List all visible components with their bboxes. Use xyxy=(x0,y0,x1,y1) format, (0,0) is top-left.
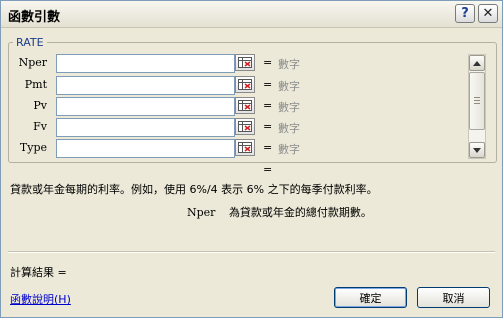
argument-label: Fv xyxy=(33,120,47,133)
equals-sign: = xyxy=(263,120,273,133)
type-input[interactable] xyxy=(56,139,235,158)
argument-row-pmt: Pmt = 數字 xyxy=(9,76,329,95)
argument-label: Pmt xyxy=(24,78,47,91)
equals-sign: = xyxy=(263,56,273,69)
equals-sign: = xyxy=(263,99,273,112)
calculation-result: 計算結果 = xyxy=(10,266,67,279)
grip-line xyxy=(474,103,480,104)
help-button[interactable]: ? xyxy=(455,4,475,23)
scroll-thumb[interactable] xyxy=(469,72,485,130)
pmt-input[interactable] xyxy=(56,76,235,95)
nper-input[interactable] xyxy=(56,54,235,73)
range-select-icon xyxy=(238,100,252,111)
formula-result-equals: = xyxy=(263,163,273,176)
parameter-description: Nper 為貸款或年金的總付款期數。 xyxy=(187,204,372,220)
argument-label: Pv xyxy=(33,99,47,112)
collapse-dialog-button[interactable] xyxy=(235,139,255,156)
parameter-description-text: 為貸款或年金的總付款期數。 xyxy=(228,206,372,219)
argument-value-hint: 數字 xyxy=(278,143,300,156)
collapse-dialog-button[interactable] xyxy=(235,97,255,114)
argument-value-hint: 數字 xyxy=(278,80,300,93)
grip-line xyxy=(474,97,480,98)
cancel-button[interactable]: 取消 xyxy=(417,287,490,308)
fv-input[interactable] xyxy=(56,118,235,137)
argument-row-pv: Pv = 數字 xyxy=(9,97,329,116)
function-arguments-dialog: 函數引數 ? ✕ RATE Nper = 數字 Pmt = 數字 Pv = 數字… xyxy=(0,0,503,318)
collapse-dialog-button[interactable] xyxy=(235,76,255,93)
parameter-name: Nper xyxy=(187,206,216,219)
scroll-up-button[interactable] xyxy=(469,55,485,71)
function-help-link[interactable]: 函數說明(H) xyxy=(10,291,71,307)
chevron-down-icon xyxy=(473,147,481,153)
pv-input[interactable] xyxy=(56,97,235,116)
grip-line xyxy=(474,100,480,101)
range-select-icon xyxy=(238,142,252,153)
argument-value-hint: 數字 xyxy=(278,122,300,135)
function-name-label: RATE xyxy=(13,36,47,49)
range-select-icon xyxy=(238,57,252,68)
close-button[interactable]: ✕ xyxy=(478,4,498,23)
dialog-title: 函數引數 xyxy=(8,10,61,25)
divider xyxy=(8,251,495,253)
argument-row-type: Type = 數字 xyxy=(9,139,329,158)
function-description: 貸款或年金每期的利率。例如，使用 6%/4 表示 6% 之下的每季付款利率。 xyxy=(10,183,378,196)
chevron-up-icon xyxy=(473,60,481,66)
scroll-down-button[interactable] xyxy=(469,142,485,158)
range-select-icon xyxy=(238,121,252,132)
collapse-dialog-button[interactable] xyxy=(235,118,255,135)
argument-row-nper: Nper = 數字 xyxy=(9,54,329,73)
argument-label: Type xyxy=(19,141,47,154)
collapse-dialog-button[interactable] xyxy=(235,54,255,71)
ok-button[interactable]: 確定 xyxy=(334,287,407,308)
arguments-scrollbar[interactable] xyxy=(468,54,486,159)
equals-sign: = xyxy=(263,141,273,154)
range-select-icon xyxy=(238,79,252,90)
argument-label: Nper xyxy=(18,56,47,69)
equals-sign: = xyxy=(263,78,273,91)
argument-row-fv: Fv = 數字 xyxy=(9,118,329,137)
argument-value-hint: 數字 xyxy=(278,58,300,71)
title-bar: 函數引數 ? ✕ xyxy=(1,1,502,28)
argument-value-hint: 數字 xyxy=(278,101,300,114)
